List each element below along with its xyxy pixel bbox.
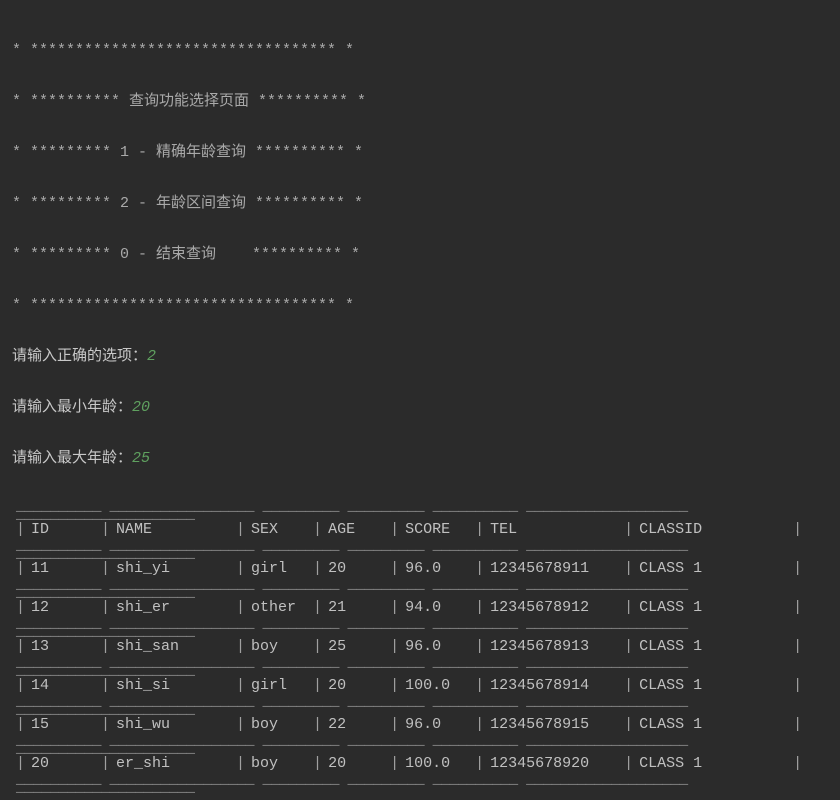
- table-border: __________ _________________ _________ _…: [16, 585, 828, 593]
- menu-border-top: * ********************************** *: [12, 38, 828, 64]
- table-divider: |: [793, 595, 802, 621]
- table-border: __________ _________________ _________ _…: [16, 741, 828, 749]
- table-border: __________ _________________ _________ _…: [16, 507, 828, 515]
- table-divider: |: [793, 634, 802, 660]
- menu-option-0: * ********* 0 - 结束查询 ********** *: [12, 242, 828, 268]
- prompt-choice: 请输入正确的选项：2: [12, 344, 828, 370]
- prompt-max-age-label: 请输入最大年龄：: [12, 450, 132, 467]
- menu-border-bottom: * ********************************** *: [12, 293, 828, 319]
- table-divider: |: [793, 751, 802, 777]
- table-border: __________ _________________ _________ _…: [16, 702, 828, 710]
- prompt-max-age-value[interactable]: 25: [132, 450, 150, 467]
- menu-title: * ********** 查询功能选择页面 ********** *: [12, 89, 828, 115]
- results-table: __________ _________________ _________ _…: [12, 507, 828, 788]
- prompt-min-age: 请输入最小年龄：20: [12, 395, 828, 421]
- table-border: __________ _________________ _________ _…: [16, 546, 828, 554]
- table-border: __________ _________________ _________ _…: [16, 780, 828, 788]
- terminal-output: * ********************************** * *…: [12, 12, 828, 497]
- menu-option-2: * ********* 2 - 年龄区间查询 ********** *: [12, 191, 828, 217]
- table-divider: |: [793, 556, 802, 582]
- prompt-min-age-value[interactable]: 20: [132, 399, 150, 416]
- table-border: __________ _________________ _________ _…: [16, 663, 828, 671]
- prompt-choice-value[interactable]: 2: [147, 348, 156, 365]
- prompt-choice-label: 请输入正确的选项：: [12, 348, 147, 365]
- table-border: __________ _________________ _________ _…: [16, 624, 828, 632]
- menu-option-1: * ********* 1 - 精确年龄查询 ********** *: [12, 140, 828, 166]
- table-divider: |: [793, 712, 802, 738]
- prompt-max-age: 请输入最大年龄：25: [12, 446, 828, 472]
- table-divider: |: [793, 673, 802, 699]
- prompt-min-age-label: 请输入最小年龄：: [12, 399, 132, 416]
- table-divider: |: [793, 517, 802, 543]
